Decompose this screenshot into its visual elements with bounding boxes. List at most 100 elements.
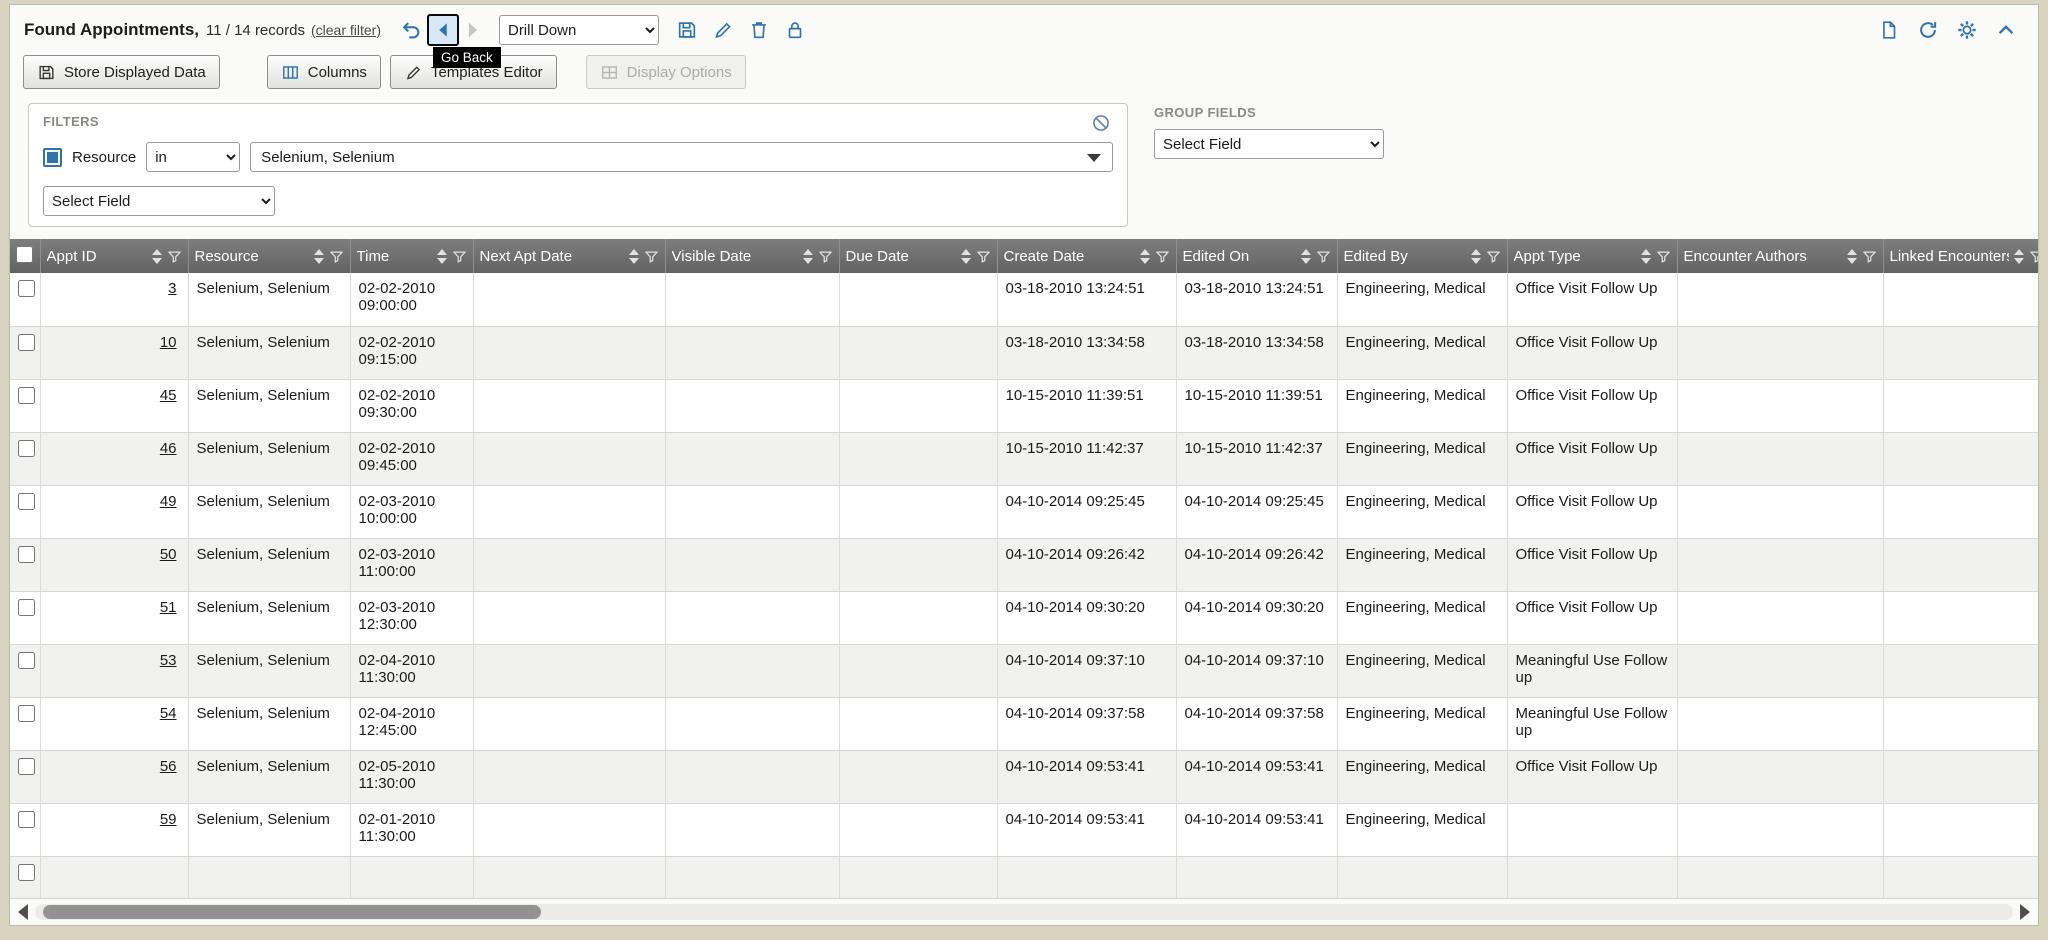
settings-button[interactable] [1953,16,1981,44]
add-filter-field-select[interactable]: Select Field [43,186,275,216]
filter-operator-select[interactable]: in [146,142,240,172]
column-label: Appt Type [1514,248,1581,265]
appt-id-link[interactable]: 50 [160,546,177,563]
sort-arrows-icon[interactable] [152,249,162,264]
sort-arrows-icon[interactable] [1847,249,1857,264]
appt-id-link[interactable]: 51 [160,599,177,616]
cell-create-date: 10-15-2010 11:42:37 [997,432,1176,485]
appt-id-link[interactable]: 45 [160,387,177,404]
appt-id-link[interactable]: 49 [160,493,177,510]
sort-arrows-icon[interactable] [314,249,324,264]
go-back-button[interactable] [427,14,459,46]
row-checkbox[interactable] [18,864,35,881]
column-header-encounter-authors[interactable]: Encounter Authors [1677,239,1883,273]
column-header-create-date[interactable]: Create Date [997,239,1176,273]
horizontal-scrollbar [10,899,2038,925]
column-header-time[interactable]: Time [350,239,473,273]
row-checkbox[interactable] [18,546,35,563]
column-header-appt-id[interactable]: Appt ID [40,239,188,273]
filter-funnel-icon[interactable] [167,249,182,264]
columns-icon [281,63,300,82]
column-header-visible-date[interactable]: Visible Date [665,239,839,273]
filter-active-checkbox[interactable] [43,148,62,167]
filter-funnel-icon[interactable] [1486,249,1501,264]
sort-arrows-icon[interactable] [437,249,447,264]
drill-down-select[interactable]: Drill Down [499,15,659,45]
sort-arrows-icon[interactable] [629,249,639,264]
filter-funnel-icon[interactable] [329,249,344,264]
filter-funnel-icon[interactable] [452,249,467,264]
filter-funnel-icon[interactable] [1656,249,1671,264]
row-checkbox[interactable] [18,705,35,722]
sort-arrows-icon[interactable] [803,249,813,264]
columns-button[interactable]: Columns [267,55,381,89]
undo-button[interactable] [397,16,425,44]
appt-id-link[interactable]: 46 [160,440,177,457]
clear-filter-link[interactable]: (clear filter) [311,22,381,38]
column-label: Due Date [846,248,909,265]
column-header-edited-on[interactable]: Edited On [1176,239,1337,273]
delete-view-button[interactable] [745,16,773,44]
filter-funnel-icon[interactable] [818,249,833,264]
store-displayed-data-button[interactable]: Store Displayed Data [23,55,220,89]
filter-funnel-icon[interactable] [644,249,659,264]
column-header-edited-by[interactable]: Edited By [1337,239,1507,273]
sort-arrows-icon[interactable] [1641,249,1651,264]
row-checkbox[interactable] [18,599,35,616]
appt-id-link[interactable]: 10 [160,334,177,351]
select-all-header [10,239,40,273]
cell-appt-id: 49 [40,485,188,538]
cell-edited-by: Engineering, Medical [1337,485,1507,538]
scroll-left-arrow[interactable] [18,904,28,920]
row-checkbox[interactable] [18,493,35,510]
group-field-select[interactable]: Select Field [1154,129,1384,159]
save-view-button[interactable] [673,16,701,44]
column-header-due-date[interactable]: Due Date [839,239,997,273]
lock-view-button[interactable] [781,16,809,44]
scroll-right-arrow[interactable] [2020,904,2030,920]
filter-value-combobox[interactable]: Selenium, Selenium [250,142,1113,172]
collapse-panel-button[interactable] [1992,16,2020,44]
column-header-next-apt-date[interactable]: Next Apt Date [473,239,665,273]
refresh-button[interactable] [1914,16,1942,44]
new-document-button[interactable] [1875,16,1903,44]
row-checkbox[interactable] [18,280,35,297]
cell-resource: Selenium, Selenium [188,273,350,326]
sort-arrows-icon[interactable] [1471,249,1481,264]
column-header-linked-encounters[interactable]: Linked Encounters [1883,239,2038,273]
appt-id-link[interactable]: 3 [168,280,176,297]
cell-create-date: 04-10-2014 09:26:42 [997,538,1176,591]
clear-filters-icon[interactable] [1091,113,1111,138]
sort-arrows-icon[interactable] [2014,249,2024,264]
filter-funnel-icon[interactable] [1862,249,1877,264]
filter-funnel-icon[interactable] [1316,249,1331,264]
row-checkbox[interactable] [18,334,35,351]
combo-dropdown-icon[interactable] [1087,154,1101,162]
filter-funnel-icon[interactable] [976,249,991,264]
appt-id-link[interactable]: 56 [160,758,177,775]
filter-funnel-icon[interactable] [1155,249,1170,264]
row-checkbox[interactable] [18,387,35,404]
column-label: Appt ID [47,248,97,265]
appt-id-link[interactable]: 59 [160,811,177,828]
sort-arrows-icon[interactable] [1140,249,1150,264]
row-checkbox[interactable] [18,758,35,775]
sort-arrows-icon[interactable] [961,249,971,264]
cell-encounter-authors [1677,326,1883,379]
column-header-appt-type[interactable]: Appt Type [1507,239,1677,273]
sort-arrows-icon[interactable] [1301,249,1311,264]
filter-funnel-icon[interactable] [2029,249,2039,264]
appt-id-link[interactable]: 53 [160,652,177,669]
row-checkbox[interactable] [18,652,35,669]
scrollbar-thumb[interactable] [43,905,541,919]
cell-visible-date [665,379,839,432]
edit-view-button[interactable] [709,16,737,44]
column-header-resource[interactable]: Resource [188,239,350,273]
row-checkbox[interactable] [18,811,35,828]
cell-create-date: 04-10-2014 09:25:45 [997,485,1176,538]
cell-edited-by: Engineering, Medical [1337,803,1507,856]
scrollbar-track[interactable] [35,904,2013,920]
appt-id-link[interactable]: 54 [160,705,177,722]
row-checkbox[interactable] [18,440,35,457]
select-all-checkbox[interactable] [16,246,33,263]
